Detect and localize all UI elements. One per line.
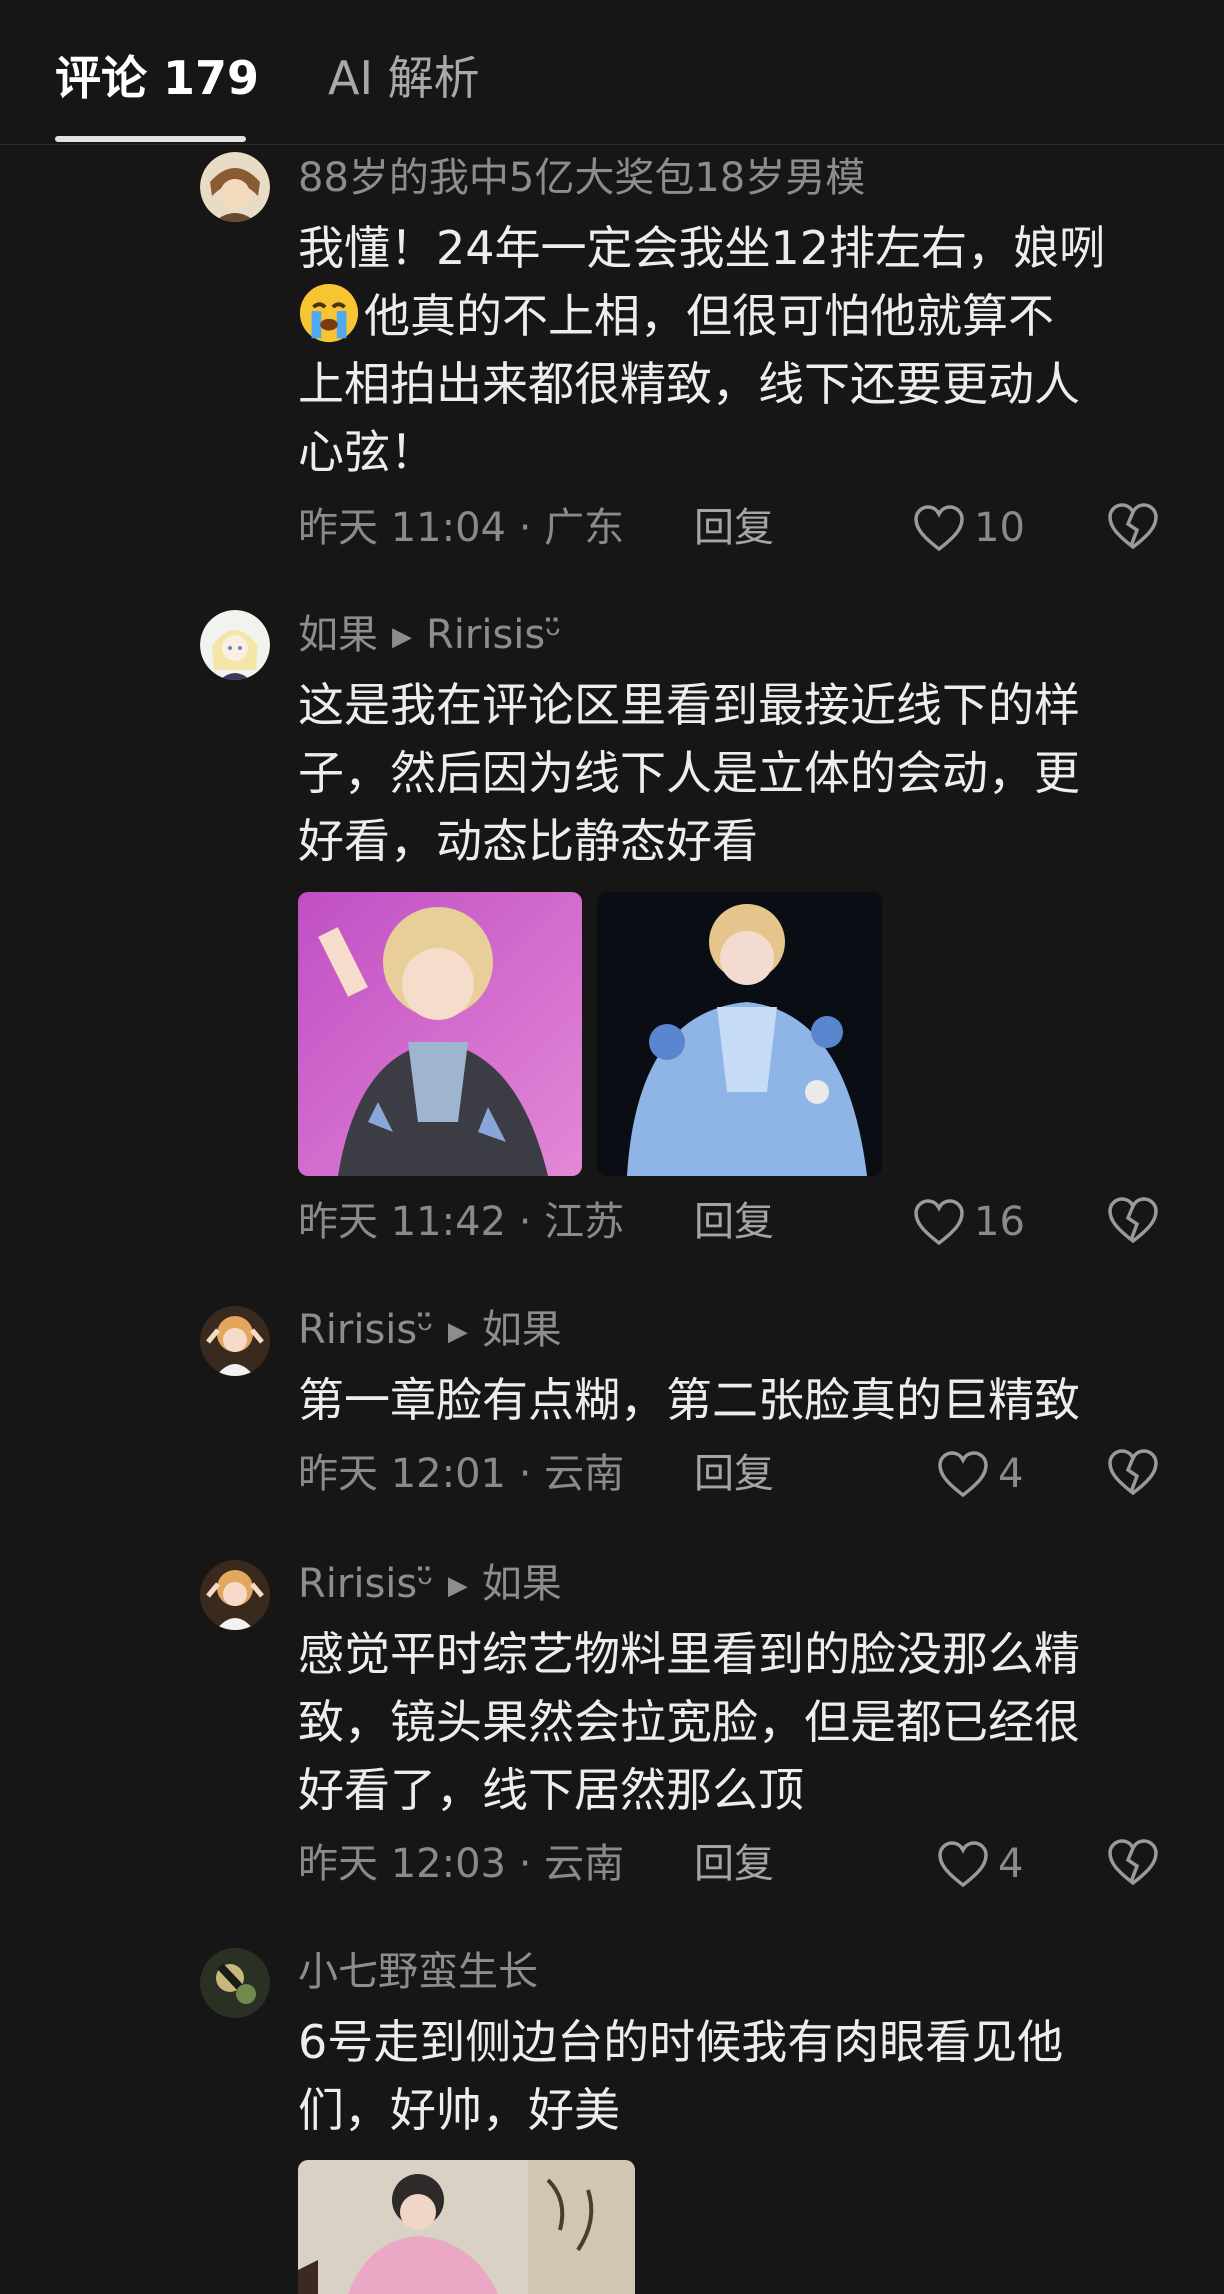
comment-author[interactable]: 如果 ▶ Ririsisᵕ̈ (298, 607, 562, 665)
comment-author[interactable]: Ririsisᵕ̈ ▶ 如果 (298, 1556, 562, 1614)
like-count: 16 (974, 1199, 1025, 1245)
like-button[interactable]: 10 (912, 498, 1025, 558)
heart-outline-icon (938, 1841, 988, 1888)
heart-outline-icon (914, 1199, 964, 1246)
comment-meta: 昨天 11:42 · 江苏 回复 16 (298, 1192, 1178, 1252)
crying-face-emoji (299, 283, 359, 343)
comment-text: 感觉平时综艺物料里看到的脸没那么精 致，镜头果然会拉宽脸，但是都已经很 好看了，… (298, 1627, 1080, 1817)
reply-to-name[interactable]: 如果 (482, 1307, 562, 1353)
reply-button[interactable]: 回复 (694, 1192, 774, 1252)
author-name[interactable]: Ririsisᵕ̈ (298, 1561, 434, 1607)
broken-heart-icon[interactable] (1106, 500, 1160, 552)
reply-to-name[interactable]: Ririsisᵕ̈ (426, 612, 562, 658)
comment-text: 6号走到侧边台的时候我有肉眼看见他 们，好帅，好美 (298, 2015, 1064, 2137)
comment-meta: 昨天 12:01 · 云南 回复 4 (298, 1444, 1178, 1504)
comment-text: 这是我在评论区里看到最接近线下的样 子，然后因为线下人是立体的会动，更 好看，动… (298, 678, 1080, 868)
avatar[interactable] (200, 1948, 270, 2018)
heart-outline-icon (914, 505, 964, 552)
like-button[interactable]: 4 (936, 1444, 1023, 1504)
comment-author[interactable]: 小七野蛮生长 (298, 1944, 538, 2000)
avatar[interactable] (200, 152, 270, 222)
author-name[interactable]: Ririsisᵕ̈ (298, 1307, 434, 1353)
broken-heart-icon[interactable] (1106, 1194, 1160, 1246)
reply-button[interactable]: 回复 (694, 498, 774, 558)
author-name[interactable]: 如果 (298, 612, 378, 658)
broken-heart-icon[interactable] (1106, 1836, 1160, 1888)
comment-author[interactable]: Ririsisᵕ̈ ▶ 如果 (298, 1302, 562, 1360)
comment-tabs: 评论 179 AI 解析 (0, 0, 1224, 145)
comment-photo[interactable] (298, 2160, 635, 2294)
avatar[interactable] (200, 1306, 270, 1376)
play-triangle-icon: ▶ (392, 622, 412, 652)
avatar[interactable] (200, 1560, 270, 1630)
play-triangle-icon: ▶ (447, 1317, 468, 1347)
timestamp-location: 昨天 11:42 · 江苏 (298, 1199, 625, 1245)
comment-meta: 昨天 12:03 · 云南 回复 4 (298, 1834, 1178, 1894)
avatar[interactable] (200, 610, 270, 680)
comment-photo[interactable] (597, 892, 882, 1176)
play-triangle-icon: ▶ (447, 1571, 468, 1601)
like-count: 4 (998, 1841, 1024, 1887)
like-count: 10 (974, 505, 1025, 551)
timestamp-location: 昨天 12:03 · 云南 (298, 1841, 625, 1887)
like-button[interactable]: 16 (912, 1192, 1025, 1252)
timestamp-location: 昨天 11:04 · 广东 (298, 505, 625, 551)
reply-button[interactable]: 回复 (694, 1834, 774, 1894)
comment-photo[interactable] (298, 892, 582, 1176)
comment-author[interactable]: 88岁的我中5亿大奖包18岁男模 (298, 150, 865, 206)
reply-button[interactable]: 回复 (694, 1444, 774, 1504)
active-tab-indicator (55, 136, 246, 142)
reply-to-name[interactable]: 如果 (482, 1561, 562, 1607)
heart-outline-icon (938, 1451, 988, 1498)
timestamp-location: 昨天 12:01 · 云南 (298, 1451, 625, 1497)
comment-text: 我懂！24年一定会我坐12排左右，娘咧 他真的不上相，但很可怕他就算不 上相拍出… (298, 221, 1106, 479)
like-button[interactable]: 4 (936, 1834, 1023, 1894)
comment-text: 第一章脸有点糊，第二张脸真的巨精致 (298, 1373, 1080, 1427)
tab-ai-analysis[interactable]: AI 解析 (328, 48, 480, 108)
comment-meta: 昨天 11:04 · 广东 回复 10 (298, 498, 1178, 558)
broken-heart-icon[interactable] (1106, 1446, 1160, 1498)
like-count: 4 (998, 1451, 1024, 1497)
tab-comments[interactable]: 评论 179 (55, 48, 259, 108)
